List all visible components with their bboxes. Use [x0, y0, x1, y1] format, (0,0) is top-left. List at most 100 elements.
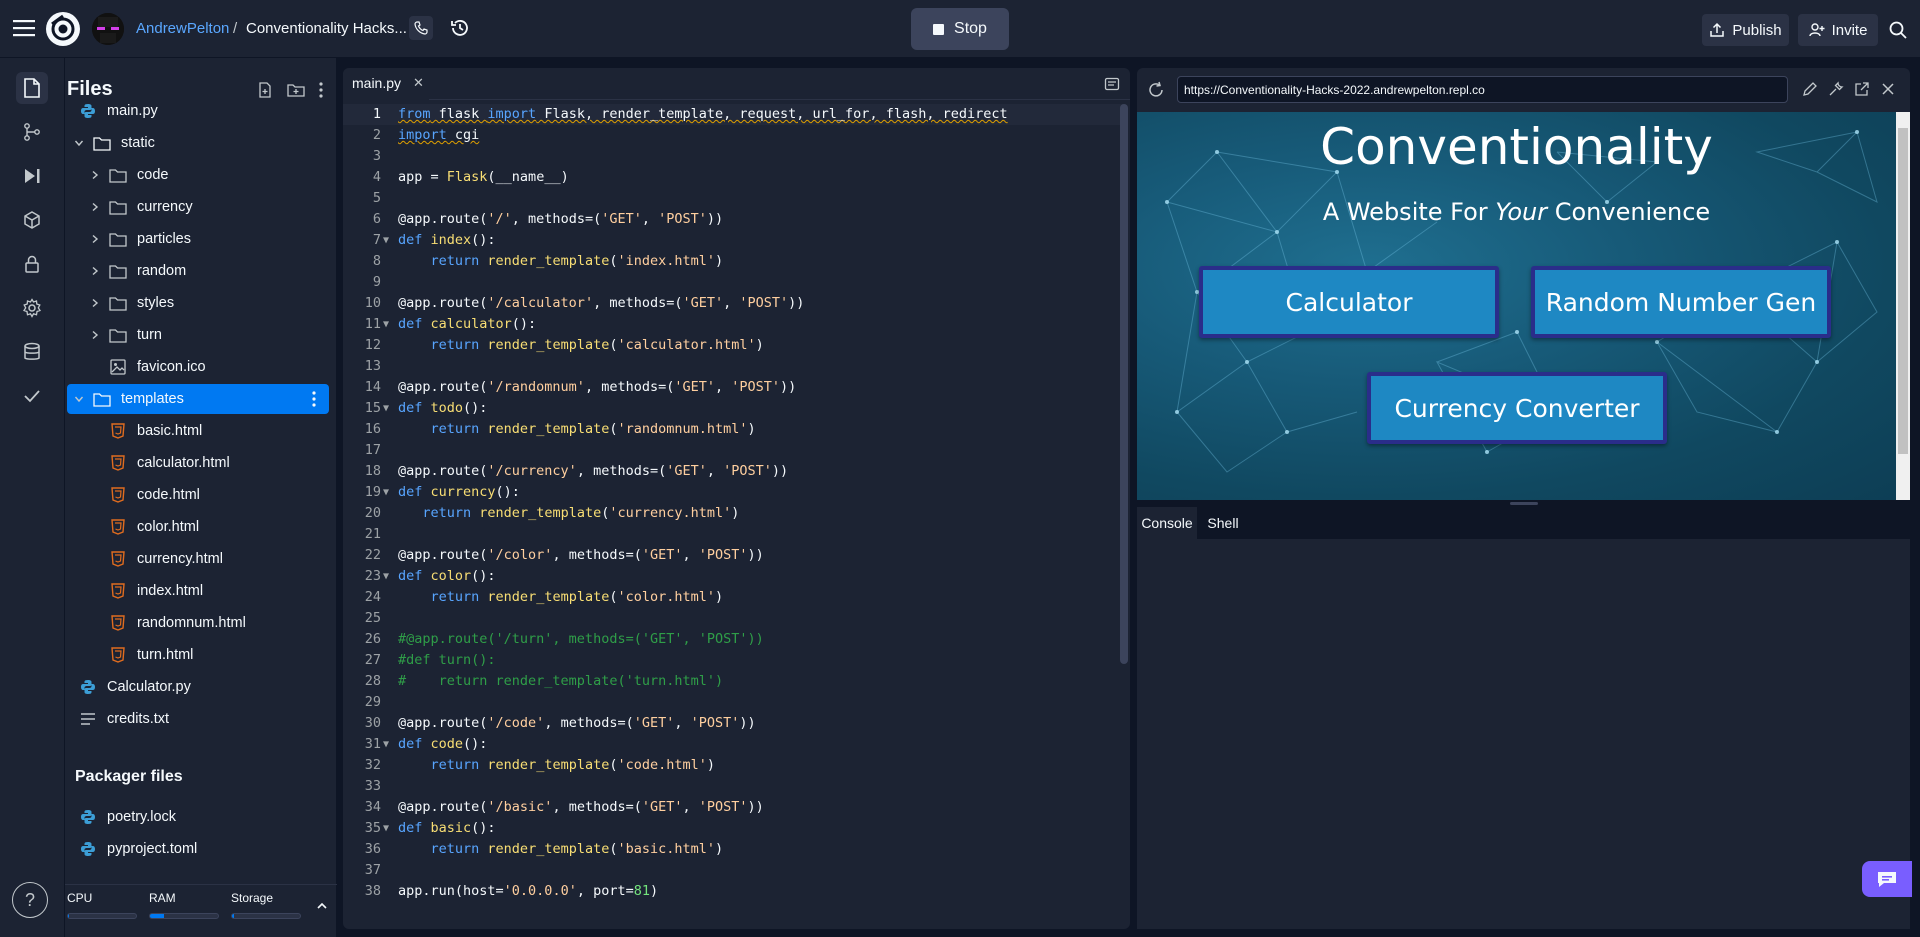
tab-main-py[interactable]: main.py ✕ [343, 68, 429, 100]
file-tree-item-main-py[interactable]: main.py [67, 96, 329, 126]
chevron-down-icon[interactable] [71, 391, 87, 407]
files-icon[interactable] [16, 72, 48, 104]
file-tree-item-index-html[interactable]: index.html [67, 576, 329, 606]
more-options-icon[interactable] [305, 390, 323, 408]
code-line[interactable]: 17 [343, 440, 1123, 461]
file-tree-item-code-html[interactable]: code.html [67, 480, 329, 510]
file-tree-item-code[interactable]: code [67, 160, 329, 190]
database-icon[interactable] [16, 336, 48, 368]
file-tree-item-currency[interactable]: currency [67, 192, 329, 222]
file-tree-item-turn[interactable]: turn [67, 320, 329, 350]
pane-resize-handle[interactable] [1510, 502, 1538, 505]
file-tree-item-calculator-py[interactable]: Calculator.py [67, 672, 329, 702]
chevron-right-icon[interactable] [87, 263, 103, 279]
code-line[interactable]: 12 return render_template('calculator.ht… [343, 335, 1123, 356]
editor-options-icon[interactable] [1104, 76, 1120, 92]
file-tree-item-static[interactable]: static [67, 128, 329, 158]
code-line[interactable]: 9 [343, 272, 1123, 293]
hamburger-menu-icon[interactable] [10, 14, 38, 42]
debugger-icon[interactable] [16, 160, 48, 192]
chat-icon[interactable] [1862, 861, 1912, 897]
file-tree-item-styles[interactable]: styles [67, 288, 329, 318]
code-line[interactable]: 25 [343, 608, 1123, 629]
repl-name[interactable]: Conventionality Hacks... [246, 20, 407, 37]
currency-converter-button[interactable]: Currency Converter [1367, 372, 1667, 444]
publish-button[interactable]: Publish [1702, 14, 1789, 46]
packages-icon[interactable] [16, 204, 48, 236]
invite-button[interactable]: Invite [1798, 14, 1878, 46]
code-line[interactable]: 2 import cgi [343, 125, 1123, 146]
fold-arrow-icon[interactable]: ▼ [383, 398, 389, 419]
fold-arrow-icon[interactable]: ▼ [383, 734, 389, 755]
code-line[interactable]: 24 return render_template('color.html') [343, 587, 1123, 608]
fold-arrow-icon[interactable]: ▼ [383, 314, 389, 335]
user-avatar[interactable] [92, 13, 124, 45]
tab-shell[interactable]: Shell [1199, 507, 1247, 539]
help-button[interactable]: ? [12, 882, 48, 918]
code-line[interactable]: 4 app = Flask(__name__) [343, 167, 1123, 188]
file-tree-item-random[interactable]: random [67, 256, 329, 286]
code-line[interactable]: 33 [343, 776, 1123, 797]
settings-gear-icon[interactable] [16, 292, 48, 324]
chevron-right-icon[interactable] [87, 327, 103, 343]
code-line[interactable]: 18 @app.route('/currency', methods=('GET'… [343, 461, 1123, 482]
chevron-right-icon[interactable] [87, 231, 103, 247]
code-line[interactable]: 36 return render_template('basic.html') [343, 839, 1123, 860]
close-icon[interactable]: ✕ [413, 75, 424, 91]
chevron-up-icon[interactable] [315, 899, 333, 917]
code-line[interactable]: 20 return render_template('currency.html… [343, 503, 1123, 524]
code-line[interactable]: 22 @app.route('/color', methods=('GET', '… [343, 545, 1123, 566]
secrets-lock-icon[interactable] [16, 248, 48, 280]
user-link[interactable]: AndrewPelton [136, 20, 229, 37]
packager-file-poetry-lock[interactable]: poetry.lock [67, 802, 329, 832]
code-line[interactable]: 23 ▼ def color(): [343, 566, 1123, 587]
file-tree-item-favicon-ico[interactable]: favicon.ico [67, 352, 329, 382]
code-line[interactable]: 29 [343, 692, 1123, 713]
code-line[interactable]: 35 ▼ def basic(): [343, 818, 1123, 839]
edit-pencil-icon[interactable] [1802, 81, 1820, 99]
code-line[interactable]: 34 @app.route('/basic', methods=('GET', '… [343, 797, 1123, 818]
code-line[interactable]: 19 ▼ def currency(): [343, 482, 1123, 503]
file-tree-item-color-html[interactable]: color.html [67, 512, 329, 542]
code-line[interactable]: 30 @app.route('/code', methods=('GET', 'P… [343, 713, 1123, 734]
chevron-right-icon[interactable] [87, 167, 103, 183]
chevron-down-icon[interactable] [71, 135, 87, 151]
fold-arrow-icon[interactable]: ▼ [383, 818, 389, 839]
code-line[interactable]: 31 ▼ def code(): [343, 734, 1123, 755]
replit-logo-icon[interactable] [46, 12, 80, 46]
checkmark-icon[interactable] [16, 380, 48, 412]
code-line[interactable]: 13 [343, 356, 1123, 377]
code-line[interactable]: 6 @app.route('/', methods=('GET', 'POST')… [343, 209, 1123, 230]
search-icon[interactable] [1886, 18, 1910, 42]
chevron-right-icon[interactable] [87, 295, 103, 311]
phone-icon[interactable] [409, 16, 433, 40]
tab-console[interactable]: Console [1137, 507, 1197, 539]
code-area[interactable]: 1 from flask import Flask, render_templat… [343, 104, 1123, 902]
chevron-right-icon[interactable] [87, 199, 103, 215]
file-tree-item-randomnum-html[interactable]: randomnum.html [67, 608, 329, 638]
code-line[interactable]: 10 @app.route('/calculator', methods=('GE… [343, 293, 1123, 314]
reload-icon[interactable] [1147, 81, 1165, 99]
webview-scrollbar-thumb[interactable] [1898, 128, 1908, 454]
code-line[interactable]: 1 from flask import Flask, render_templat… [343, 104, 1123, 125]
code-line[interactable]: 21 [343, 524, 1123, 545]
code-line[interactable]: 38 app.run(host='0.0.0.0', port=81) [343, 881, 1123, 902]
editor-scrollbar[interactable] [1120, 104, 1128, 664]
code-line[interactable]: 28 # return render_template('turn.html') [343, 671, 1123, 692]
code-line[interactable]: 32 return render_template('code.html') [343, 755, 1123, 776]
fold-arrow-icon[interactable]: ▼ [383, 566, 389, 587]
file-tree-item-particles[interactable]: particles [67, 224, 329, 254]
fold-arrow-icon[interactable]: ▼ [383, 230, 389, 251]
devtools-wrench-icon[interactable] [1828, 81, 1846, 99]
code-line[interactable]: 15 ▼ def todo(): [343, 398, 1123, 419]
code-line[interactable]: 27 #def turn(): [343, 650, 1123, 671]
file-tree-item-calculator-html[interactable]: calculator.html [67, 448, 329, 478]
code-line[interactable]: 37 [343, 860, 1123, 881]
file-tree-item-basic-html[interactable]: basic.html [67, 416, 329, 446]
random-number-gen-button[interactable]: Random Number Gen [1531, 266, 1831, 338]
close-webview-icon[interactable] [1880, 81, 1898, 99]
file-tree-item-currency-html[interactable]: currency.html [67, 544, 329, 574]
stop-button[interactable]: Stop [911, 8, 1009, 50]
url-input[interactable] [1177, 76, 1788, 103]
code-line[interactable]: 3 [343, 146, 1123, 167]
